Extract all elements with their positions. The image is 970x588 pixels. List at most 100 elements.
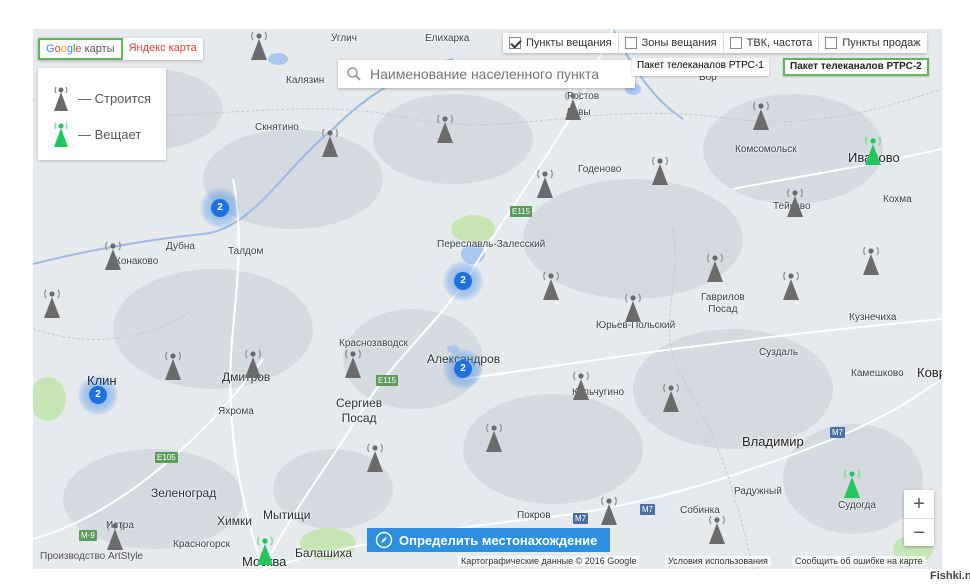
tower-building-marker[interactable] — [623, 291, 643, 323]
settlement-search — [338, 60, 635, 88]
tower-building-marker[interactable] — [707, 513, 727, 545]
tower-building-marker[interactable] — [435, 112, 455, 144]
tower-building-marker[interactable] — [785, 186, 805, 218]
tower-building-marker[interactable] — [163, 349, 183, 381]
checkbox-checked-icon[interactable] — [509, 37, 521, 49]
zoom-control: + − — [904, 490, 934, 546]
place-label: Годеново — [578, 164, 622, 175]
map-legend: — Строится — Вещает — [38, 68, 166, 160]
cluster-count: 2 — [454, 360, 472, 378]
place-label: Судогда — [838, 500, 876, 511]
tower-building-marker[interactable] — [320, 126, 340, 158]
legend-building: — Строится — [52, 84, 151, 112]
cluster-count: 2 — [211, 199, 229, 217]
toggle-tvk-frequency[interactable]: ТВК, частота — [724, 33, 820, 53]
place-label: Красногорск — [173, 539, 230, 550]
place-label: Камешково — [851, 368, 904, 379]
compass-icon — [375, 531, 393, 549]
legend-broadcasting: — Вещает — [52, 120, 141, 148]
google-letter: G — [46, 43, 55, 55]
tower-building-marker[interactable] — [751, 99, 771, 131]
place-label: Углич — [331, 33, 357, 44]
toggle-broadcast-zones[interactable]: Зоны вещания — [619, 33, 724, 53]
place-label: Гаврилов Посад — [701, 292, 745, 315]
cluster-marker[interactable]: 2 — [200, 188, 240, 228]
tower-building-marker[interactable] — [484, 421, 504, 453]
place-label: Елихарка — [425, 33, 470, 44]
cluster-marker[interactable]: 2 — [443, 261, 483, 301]
place-label: Владимир — [742, 434, 804, 449]
cluster-marker[interactable]: 2 — [443, 349, 483, 389]
layer-toggles: Пункты вещания Зоны вещания ТВК, частота… — [503, 33, 927, 53]
tower-building-marker[interactable] — [705, 251, 725, 283]
toggle-label: Пункты вещания — [526, 37, 612, 49]
place-label: Сергиев Посад — [336, 396, 383, 425]
map-data-attribution: Картографические данные © 2016 Google — [458, 556, 640, 566]
place-label: Балашиха — [295, 546, 353, 560]
search-icon — [347, 67, 361, 81]
cluster-count: 2 — [454, 272, 472, 290]
road-shield: E105 — [155, 452, 178, 463]
tower-building-marker[interactable] — [42, 287, 62, 319]
place-label: Дубна — [166, 241, 195, 252]
tower-building-marker[interactable] — [365, 441, 385, 473]
toggle-label: ТВК, частота — [746, 37, 813, 49]
package-rtrs1-tab[interactable]: Пакет телеканалов РТРС-1 — [632, 58, 769, 76]
place-label: Радужный — [734, 486, 782, 497]
tower-building-marker[interactable] — [249, 29, 269, 61]
map-canvas[interactable]: Калязин Елихарка Углич Ростов Лавы Скнятино Ко… — [33, 29, 942, 569]
tower-building-marker[interactable] — [571, 369, 591, 401]
tower-building-marker[interactable] — [535, 167, 555, 199]
road-shield: M-9 — [79, 530, 97, 541]
tower-building-marker[interactable] — [541, 269, 561, 301]
cluster-marker[interactable]: 2 — [78, 375, 118, 415]
yandex-maps-option[interactable]: Яндекс карта — [123, 38, 203, 60]
tower-building-marker[interactable] — [661, 381, 681, 413]
google-maps-label: карты — [81, 43, 115, 55]
checkbox-icon[interactable] — [624, 37, 637, 49]
toggle-label: Пункты продаж — [842, 37, 921, 49]
tower-broadcasting-marker[interactable] — [255, 534, 275, 566]
tower-building-marker[interactable] — [105, 519, 125, 551]
terms-link[interactable]: Условия использования — [665, 556, 771, 566]
place-label: Ковр — [917, 365, 942, 380]
tower-building-icon — [54, 86, 68, 111]
place-label: Зеленоград — [151, 486, 217, 500]
tower-building-marker[interactable] — [103, 239, 123, 271]
place-label: Комсомольск — [735, 144, 797, 155]
road-shield: M7 — [573, 513, 589, 524]
tower-building-marker[interactable] — [343, 347, 363, 379]
road-shield: M7 — [830, 427, 846, 438]
cluster-count: 2 — [89, 386, 107, 404]
locate-me-label: Определить местонахождение — [399, 532, 598, 548]
watermark: Fishki.net — [930, 570, 970, 582]
place-label: Калязин — [286, 75, 325, 86]
credit-text: Производство ArtStyle — [40, 551, 143, 562]
checkbox-icon[interactable] — [729, 37, 742, 49]
search-input[interactable] — [368, 65, 622, 83]
map-provider-switch: Google карты Яндекс карта — [38, 38, 203, 60]
toggle-sales-points[interactable]: Пункты продаж — [819, 33, 926, 53]
tower-building-marker[interactable] — [243, 347, 263, 379]
tower-building-marker[interactable] — [599, 494, 619, 526]
tower-building-marker[interactable] — [650, 154, 670, 186]
tower-building-marker[interactable] — [563, 89, 583, 121]
zoom-in-button[interactable]: + — [904, 490, 934, 519]
place-label: Скнятино — [255, 122, 299, 133]
place-label: Кузнечиха — [849, 312, 897, 323]
google-maps-option[interactable]: Google карты — [38, 38, 123, 60]
zoom-out-button[interactable]: − — [904, 519, 934, 547]
tower-broadcasting-marker[interactable] — [863, 134, 883, 166]
checkbox-icon[interactable] — [825, 37, 838, 49]
package-rtrs2-tab[interactable]: Пакет телеканалов РТРС-2 — [783, 58, 929, 76]
tower-building-marker[interactable] — [781, 269, 801, 301]
locate-me-button[interactable]: Определить местонахождение — [367, 528, 610, 552]
road-shield: E115 — [376, 375, 399, 386]
place-label: Переславль-Залесский — [437, 239, 546, 250]
tower-broadcasting-marker[interactable] — [842, 467, 862, 499]
report-error-link[interactable]: Сообщить об ошибке на карте — [792, 556, 926, 566]
legend-broadcasting-label: — Вещает — [78, 126, 142, 142]
tower-building-marker[interactable] — [861, 244, 881, 276]
place-label: Покров — [517, 510, 551, 521]
toggle-broadcast-points[interactable]: Пункты вещания — [503, 33, 619, 53]
